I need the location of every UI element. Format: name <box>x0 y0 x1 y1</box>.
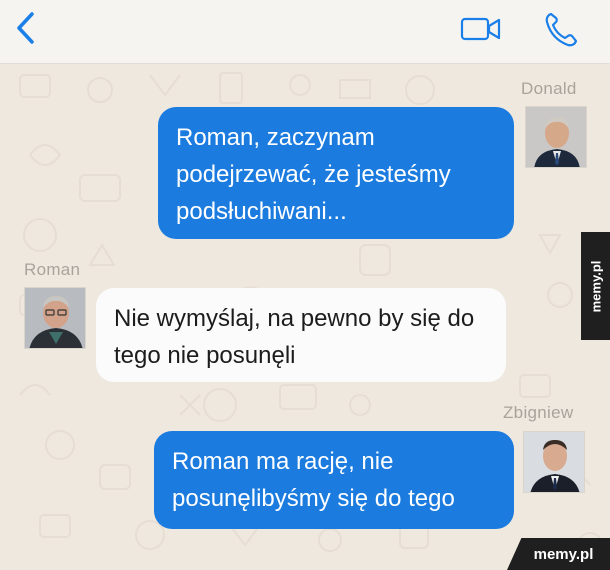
person-photo <box>25 288 85 348</box>
sender-name-zbigniew: Zbigniew <box>503 403 574 422</box>
message-bubble-outgoing[interactable]: Roman, zaczynam podejrzewać, że jesteśmy… <box>158 107 514 239</box>
message-bubble-outgoing[interactable]: Roman ma rację, nie posunęlibyśmy się do… <box>154 431 514 529</box>
message-text: Nie wymyślaj, na pewno by się do tego ni… <box>114 305 475 369</box>
phone-icon <box>545 12 578 47</box>
video-call-button[interactable] <box>458 12 504 46</box>
watermark-text: memy.pl <box>588 260 603 312</box>
avatar-zbigniew <box>523 431 585 493</box>
message-text: Roman ma rację, nie posunęlibyśmy się do… <box>172 448 455 512</box>
message-bubble-incoming[interactable]: Nie wymyślaj, na pewno by się do tego ni… <box>96 288 506 382</box>
video-camera-icon <box>460 17 501 41</box>
avatar-donald <box>525 106 587 168</box>
watermark-side: memy.pl <box>581 232 610 340</box>
person-photo <box>526 107 586 167</box>
sender-name-donald: Donald <box>521 79 577 98</box>
chevron-left-icon <box>17 12 34 44</box>
watermark-corner: memy.pl <box>507 538 610 570</box>
person-photo <box>524 432 584 492</box>
back-button[interactable] <box>10 10 40 46</box>
chat-header <box>0 0 610 64</box>
voice-call-button[interactable] <box>538 8 584 52</box>
chat-area[interactable]: Donald Roman, zaczynam podejrzewać, że j… <box>0 65 610 570</box>
message-text: Roman, zaczynam podejrzewać, że jesteśmy… <box>176 124 451 225</box>
avatar-roman <box>24 287 86 349</box>
sender-name-roman: Roman <box>24 260 81 279</box>
